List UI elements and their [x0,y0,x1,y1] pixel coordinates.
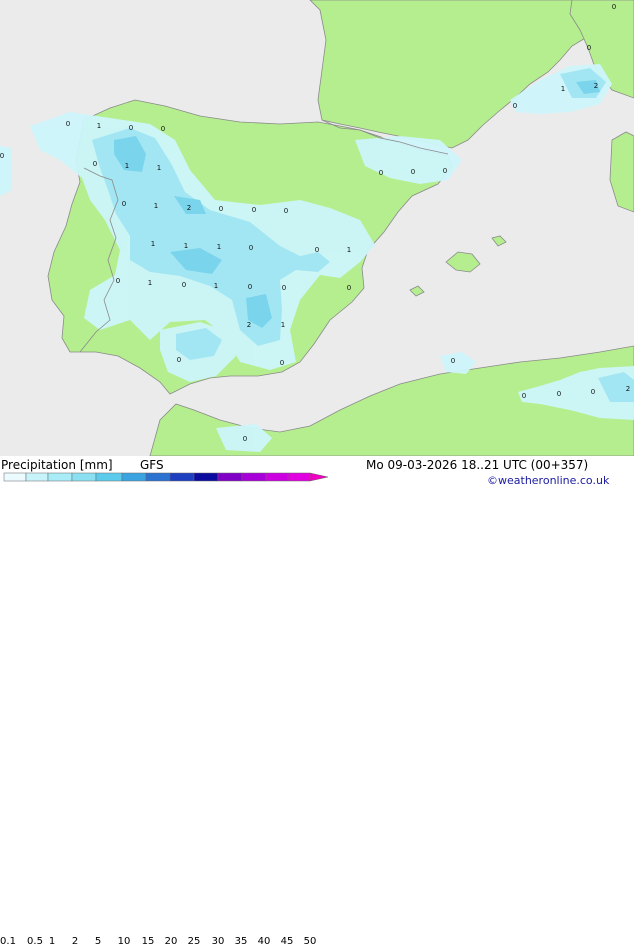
value-label: 1 [214,282,218,290]
value-label: 0 [347,284,351,292]
valid-time: Mo 09-03-2026 18..21 UTC (00+357) [366,458,589,472]
scale-swatch [217,472,243,482]
model-name: GFS [140,458,164,472]
value-label: 0 [591,388,595,396]
value-label: 0 [219,205,223,213]
credit: ©weatheronline.co.uk [487,474,610,487]
value-label: 0 [587,44,591,52]
value-label: 0 [315,246,319,254]
scale-swatch [3,472,27,482]
scale-swatch [121,472,147,482]
value-label: 0 [411,168,415,176]
scale-swatch [25,472,49,482]
value-label: 0 [284,207,288,215]
value-label: 2 [626,385,630,393]
value-label: 1 [281,321,285,329]
color-scale [3,472,329,482]
scale-tick: 10 [117,936,131,947]
scale-swatch [47,472,73,482]
scale-tick: 2 [71,936,79,947]
scale-swatch [287,472,311,482]
scale-swatch [193,472,219,482]
value-label: 1 [148,279,152,287]
scale-tick: 50 [303,936,317,947]
value-label: 1 [561,85,565,93]
value-label: 1 [184,242,188,250]
precipitation-map: 0 1 0 0 0 0 1 1 0 1 2 0 0 0 1 1 1 0 0 1 … [0,0,634,456]
value-label: 1 [217,243,221,251]
legend: Precipitation [mm] GFS Mo 09-03-2026 18.… [0,456,634,947]
value-label: 0 [122,200,126,208]
value-label: 0 [243,435,247,443]
value-label: 0 [161,125,165,133]
scale-swatch [265,472,289,482]
value-label: 0 [513,102,517,110]
scale-swatch [241,472,267,482]
scale-tick: 20 [164,936,178,947]
value-label: 0 [522,392,526,400]
value-label: 0 [249,244,253,252]
value-label: 1 [97,122,101,130]
scale-tick: 40 [257,936,271,947]
value-label: 0 [612,3,616,11]
value-label: 0 [129,124,133,132]
value-label: 0 [252,206,256,214]
value-label: 1 [154,202,158,210]
value-label: 0 [282,284,286,292]
scale-tick: 15 [141,936,155,947]
scale-swatch [145,472,171,482]
value-label: 0 [451,357,455,365]
value-label: 0 [116,277,120,285]
value-label: 0 [280,359,284,367]
value-label: 1 [347,246,351,254]
value-label: 0 [66,120,70,128]
value-label: 0 [0,152,4,160]
value-label: 0 [557,390,561,398]
scale-tick: 1 [48,936,56,947]
scale-swatch [71,472,97,482]
scale-tick: 30 [211,936,225,947]
scale-tick: 5 [94,936,102,947]
value-label: 1 [157,164,161,172]
value-label: 2 [594,82,598,90]
value-label: 0 [443,167,447,175]
value-label: 1 [151,240,155,248]
scale-swatch [95,472,123,482]
scale-tick: 35 [234,936,248,947]
value-label: 0 [177,356,181,364]
scale-swatch [169,472,195,482]
scale-tick: 45 [280,936,294,947]
value-label: 0 [93,160,97,168]
legend-title: Precipitation [mm] [1,458,113,472]
scale-tick: 25 [187,936,201,947]
value-label: 0 [379,169,383,177]
value-label: 1 [125,162,129,170]
value-label: 0 [182,281,186,289]
value-label: 0 [248,283,252,291]
scale-arrow [309,472,329,482]
value-label: 2 [187,204,191,212]
value-label: 2 [247,321,251,329]
scale-tick: 0.5 [27,936,43,947]
scale-tick: 0.1 [0,936,16,947]
